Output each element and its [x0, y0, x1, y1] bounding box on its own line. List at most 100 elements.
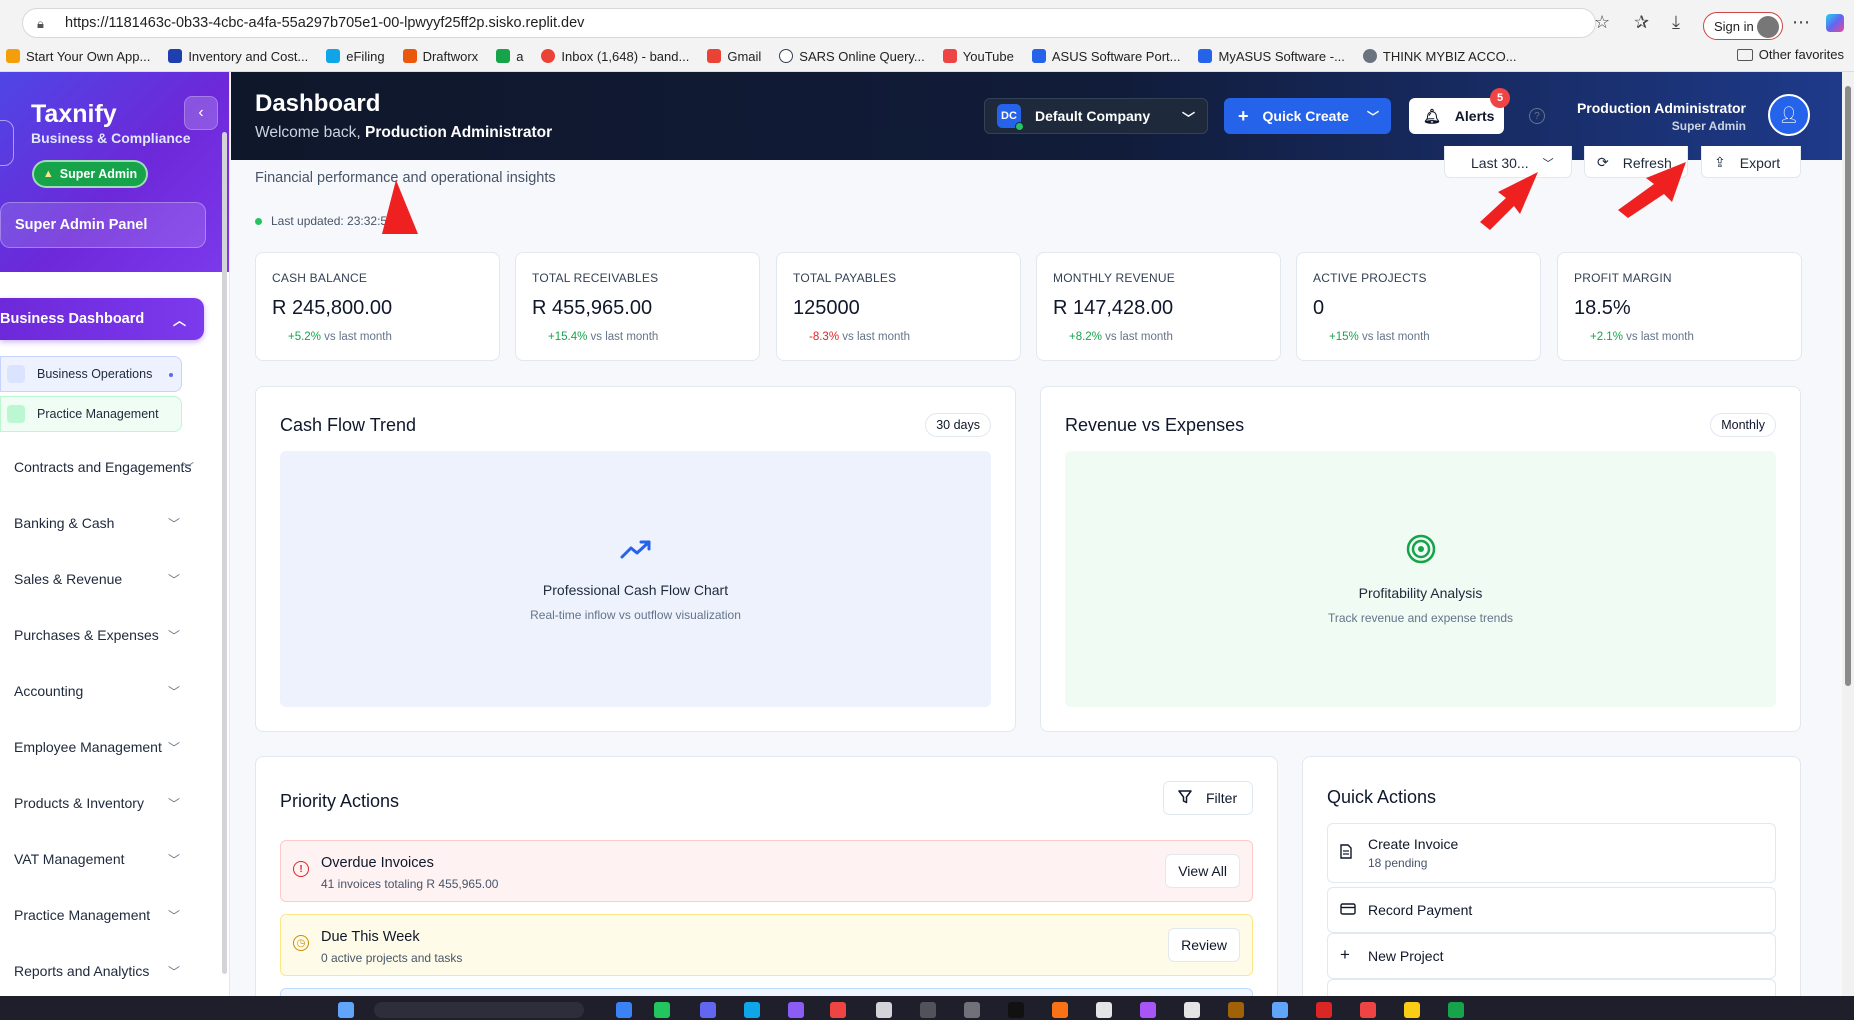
sidebar-item-purchases[interactable]: Purchases & Expenses ﹀ [14, 620, 194, 650]
alerts-button[interactable]: 🔔︎ Alerts 5 [1409, 88, 1510, 134]
new-project-action[interactable]: + New Project [1327, 933, 1776, 979]
sidebar-item-label: Banking & Cash [14, 515, 115, 531]
scrollbar-thumb[interactable] [1845, 86, 1851, 686]
taskbar-app-icon[interactable] [1316, 1002, 1332, 1018]
collapse-sidebar-button[interactable]: ‹ [184, 96, 218, 130]
address-bar[interactable]: 🔒︎ https://1181463c-0b33-4cbc-a4fa-55a29… [22, 8, 1596, 38]
bookmark-label: Gmail [727, 48, 762, 64]
favorite-star-icon[interactable]: ☆ [1594, 12, 1610, 33]
taskbar-app-icon[interactable] [1360, 1002, 1376, 1018]
downloads-icon[interactable]: ⤓ [1672, 12, 1680, 33]
bookmark-icon [402, 49, 417, 63]
bookmark-item[interactable]: MyASUS Software -... [1198, 49, 1345, 64]
alerts-label: Alerts [1454, 108, 1495, 124]
bookmark-item[interactable]: THINK MYBIZ ACCO... [1362, 49, 1517, 64]
taskbar-app-icon[interactable] [744, 1002, 760, 1018]
site-info-icon[interactable]: 🔒︎ [37, 16, 51, 31]
chevron-down-icon: ﹀ [167, 573, 180, 587]
bookmark-item[interactable]: eFiling [326, 49, 385, 64]
taskbar-app-icon[interactable] [1140, 1002, 1156, 1018]
bookmark-item[interactable]: SARS Online Query... [779, 48, 925, 64]
sidebar-item-label: Practice Management [37, 407, 159, 421]
placeholder-title: Profitability Analysis [1358, 584, 1483, 601]
filter-button[interactable]: Filter [1163, 781, 1253, 815]
welcome-name: Production Administrator [364, 124, 553, 141]
view-all-button[interactable]: View All [1165, 854, 1240, 888]
taskbar-app-icon[interactable] [788, 1002, 804, 1018]
sidebar-item-label: Reports and Analytics [14, 963, 150, 979]
sidebar-item-business-dashboard[interactable]: Business Dashboard ︿ [0, 298, 204, 340]
kpi-change-suffix: vs last month [324, 331, 392, 343]
taskbar-app-icon[interactable] [1052, 1002, 1068, 1018]
start-icon[interactable] [338, 1002, 354, 1018]
page-scrollbar[interactable] [1842, 72, 1854, 996]
sidebar-item-accounting[interactable]: Accounting ﹀ [14, 676, 194, 706]
bookmark-label: SARS Online Query... [799, 48, 925, 64]
bookmark-item[interactable]: Start Your Own App... [6, 49, 150, 64]
kpi-change-value: +8.2% [1069, 331, 1102, 343]
bookmark-item[interactable]: ASUS Software Port... [1031, 49, 1180, 64]
taskbar-app-icon[interactable] [1008, 1002, 1024, 1018]
trending-up-icon [620, 537, 652, 568]
more-options-icon[interactable]: ⋯ [1792, 12, 1810, 33]
taskbar-app-icon[interactable] [830, 1002, 846, 1018]
taskbar-app-icon[interactable] [1096, 1002, 1112, 1018]
taskbar-app-icon[interactable] [1404, 1002, 1420, 1018]
bookmark-icon [707, 49, 722, 63]
quick-create-button[interactable]: + Quick Create ﹀ [1224, 98, 1391, 134]
chevron-down-icon: ﹀ [1181, 111, 1195, 126]
help-icon[interactable]: ? [1529, 108, 1545, 124]
sidebar-item-label: Business Operations [37, 367, 153, 381]
bookmark-item[interactable]: Inbox (1,648) - band... [541, 49, 689, 64]
sidebar-item-sales[interactable]: Sales & Revenue ﹀ [14, 564, 194, 594]
sidebar-item-employees[interactable]: Employee Management ﹀ [14, 732, 194, 762]
sidebar-subitem-business-operations[interactable]: Business Operations [0, 356, 182, 392]
card-title: Revenue vs Expenses [1065, 415, 1245, 435]
welcome-text: Welcome back, Production Administrator [255, 124, 552, 142]
taskbar-app-icon[interactable] [964, 1002, 980, 1018]
sidebar-item-reports[interactable]: Reports and Analytics ﹀ [14, 956, 194, 986]
taskbar-app-icon[interactable] [876, 1002, 892, 1018]
bookmark-item[interactable]: Inventory and Cost... [168, 49, 308, 64]
kpi-change-value: +2.1% [1590, 331, 1623, 343]
review-button[interactable]: Review [1168, 928, 1240, 962]
bookmark-item[interactable]: Draftworx [402, 49, 478, 64]
taskbar-app-icon[interactable] [1184, 1002, 1200, 1018]
super-admin-panel-link[interactable]: Super Admin Panel [0, 202, 206, 248]
sidebar-item-contracts[interactable]: Contracts and Engagements ﹀ [14, 452, 194, 482]
url-text: https://1181463c-0b33-4cbc-a4fa-55a297b7… [65, 15, 585, 31]
sidebar-item-vat[interactable]: VAT Management ﹀ [14, 844, 194, 874]
placeholder-subtitle: Track revenue and expense trends [1328, 610, 1513, 625]
sidebar-subitem-practice-management[interactable]: Practice Management [0, 396, 182, 432]
taskbar-search[interactable] [374, 1002, 584, 1018]
kpi-value: 125000 [793, 297, 860, 319]
chevron-down-icon: ﹀ [1542, 158, 1554, 170]
taskbar-app-icon[interactable] [654, 1002, 670, 1018]
chevron-down-icon: ﹀ [167, 629, 180, 643]
taskbar-app-icon[interactable] [920, 1002, 936, 1018]
favorites-icon[interactable]: ✰ [1634, 12, 1649, 33]
user-avatar-button[interactable]: 👤︎ [1768, 94, 1810, 136]
create-invoice-action[interactable]: Create Invoice 18 pending [1327, 823, 1776, 883]
period-badge: 30 days [925, 413, 991, 437]
copilot-icon[interactable] [1826, 14, 1844, 32]
company-selector[interactable]: DC Default Company ﹀ [984, 98, 1208, 134]
credit-card-icon [1340, 902, 1356, 918]
sidebar-item-products[interactable]: Products & Inventory ﹀ [14, 788, 194, 818]
record-payment-action[interactable]: Record Payment [1327, 887, 1776, 933]
bookmark-item[interactable]: Gmail [707, 49, 761, 64]
other-favorites[interactable]: Other favorites [1736, 47, 1844, 62]
taskbar-app-icon[interactable] [1272, 1002, 1288, 1018]
sidebar-item-banking[interactable]: Banking & Cash ﹀ [14, 508, 194, 538]
sign-in-button[interactable]: Sign in [1703, 12, 1783, 40]
bookmark-item[interactable]: a [496, 49, 523, 64]
sidebar-scrollbar[interactable] [222, 132, 227, 974]
chevron-down-icon: ﹀ [167, 741, 180, 755]
bookmark-item[interactable]: YouTube [942, 49, 1014, 64]
taskbar-app-icon[interactable] [616, 1002, 632, 1018]
taskbar-app-icon[interactable] [700, 1002, 716, 1018]
taskbar-app-icon[interactable] [1228, 1002, 1244, 1018]
export-button[interactable]: ⇪ Export [1701, 146, 1801, 178]
taskbar-app-icon[interactable] [1448, 1002, 1464, 1018]
sidebar-item-practice[interactable]: Practice Management ﹀ [14, 900, 194, 930]
